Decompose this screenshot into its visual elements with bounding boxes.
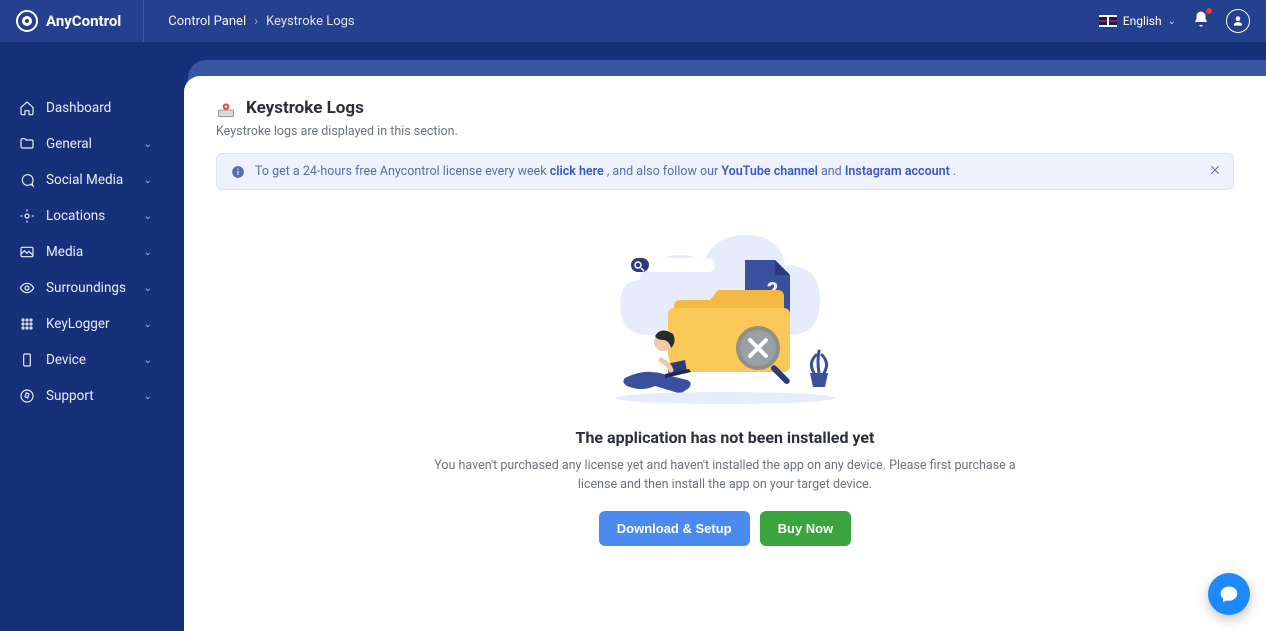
image-icon bbox=[18, 243, 36, 261]
close-icon bbox=[1209, 164, 1221, 176]
chat-widget-button[interactable] bbox=[1208, 573, 1250, 615]
sidebar-item-device[interactable]: Device ⌄ bbox=[0, 342, 170, 378]
breadcrumb-root[interactable]: Control Panel bbox=[168, 14, 246, 29]
chevron-down-icon: ⌄ bbox=[1168, 16, 1176, 27]
sidebar-item-general[interactable]: General ⌄ bbox=[0, 126, 170, 162]
main-card: Keystroke Logs Keystroke logs are displa… bbox=[184, 76, 1266, 631]
chevron-down-icon: ⌄ bbox=[144, 355, 152, 366]
eye-icon bbox=[18, 279, 36, 297]
page-title: Keystroke Logs bbox=[246, 98, 364, 118]
empty-illustration: ? bbox=[595, 220, 855, 410]
sidebar-item-label: KeyLogger bbox=[46, 316, 110, 332]
sidebar-item-surroundings[interactable]: Surroundings ⌄ bbox=[0, 270, 170, 306]
sidebar-item-label: General bbox=[46, 136, 92, 152]
empty-state: ? bbox=[216, 220, 1234, 546]
sidebar-item-label: Dashboard bbox=[46, 100, 111, 116]
banner-link-click-here[interactable]: click here bbox=[550, 164, 604, 179]
banner-link-instagram[interactable]: Instagram account bbox=[845, 164, 950, 179]
logo-icon bbox=[16, 10, 38, 32]
sidebar-item-keylogger[interactable]: KeyLogger ⌄ bbox=[0, 306, 170, 342]
chevron-down-icon: ⌄ bbox=[144, 319, 152, 330]
chevron-down-icon: ⌄ bbox=[144, 391, 152, 402]
sidebar-item-label: Locations bbox=[46, 208, 105, 224]
sidebar: Dashboard General ⌄ Social Media ⌄ Locat… bbox=[0, 42, 170, 631]
chevron-down-icon: ⌄ bbox=[144, 211, 152, 222]
notification-dot-icon bbox=[1206, 8, 1212, 14]
location-icon bbox=[18, 207, 36, 225]
phone-icon bbox=[18, 351, 36, 369]
chevron-down-icon: ⌄ bbox=[144, 247, 152, 258]
breadcrumb: Control Panel › Keystroke Logs bbox=[168, 14, 354, 29]
uk-flag-icon bbox=[1099, 15, 1117, 27]
sidebar-item-media[interactable]: Media ⌄ bbox=[0, 234, 170, 270]
keystroke-page-icon bbox=[216, 100, 236, 120]
main-area: Keystroke Logs Keystroke logs are displa… bbox=[170, 42, 1266, 631]
profile-button[interactable] bbox=[1226, 9, 1250, 33]
sidebar-item-dashboard[interactable]: Dashboard bbox=[0, 90, 170, 126]
banner-link-youtube[interactable]: YouTube channel bbox=[721, 164, 818, 179]
empty-state-description: You haven't purchased any license yet an… bbox=[425, 457, 1025, 495]
sidebar-item-social-media[interactable]: Social Media ⌄ bbox=[0, 162, 170, 198]
topbar: AnyControl Control Panel › Keystroke Log… bbox=[0, 0, 1266, 42]
promo-banner: To get a 24-hours free Anycontrol licens… bbox=[216, 153, 1234, 190]
empty-state-actions: Download & Setup Buy Now bbox=[216, 511, 1234, 546]
sidebar-item-label: Surroundings bbox=[46, 280, 126, 296]
breadcrumb-separator: › bbox=[254, 14, 258, 29]
home-icon bbox=[18, 99, 36, 117]
brand-logo[interactable]: AnyControl bbox=[16, 0, 144, 42]
page-subtitle: Keystroke logs are displayed in this sec… bbox=[216, 124, 1234, 139]
page-header: Keystroke Logs bbox=[216, 98, 1234, 120]
sidebar-item-label: Social Media bbox=[46, 172, 123, 188]
chevron-down-icon: ⌄ bbox=[144, 175, 152, 186]
brand-name: AnyControl bbox=[46, 12, 121, 30]
sidebar-item-label: Device bbox=[46, 352, 86, 368]
sidebar-item-support[interactable]: Support ⌄ bbox=[0, 378, 170, 414]
user-icon bbox=[1231, 14, 1245, 28]
download-setup-button[interactable]: Download & Setup bbox=[599, 511, 750, 546]
buy-now-button[interactable]: Buy Now bbox=[760, 511, 852, 546]
chevron-down-icon: ⌄ bbox=[144, 139, 152, 150]
empty-state-title: The application has not been installed y… bbox=[216, 428, 1234, 447]
chat-bubble-icon bbox=[1219, 584, 1239, 604]
folder-icon bbox=[18, 135, 36, 153]
notifications-button[interactable] bbox=[1192, 10, 1210, 32]
sidebar-item-label: Support bbox=[46, 388, 94, 404]
language-label: English bbox=[1123, 14, 1162, 28]
breadcrumb-current: Keystroke Logs bbox=[266, 14, 355, 29]
grid-icon bbox=[18, 315, 36, 333]
banner-text: To get a 24-hours free Anycontrol licens… bbox=[255, 164, 956, 179]
topbar-actions: English ⌄ bbox=[1099, 9, 1250, 33]
banner-close-button[interactable] bbox=[1209, 164, 1221, 180]
chat-icon bbox=[18, 171, 36, 189]
compass-icon bbox=[18, 387, 36, 405]
sidebar-item-label: Media bbox=[46, 244, 83, 260]
sidebar-item-locations[interactable]: Locations ⌄ bbox=[0, 198, 170, 234]
chevron-down-icon: ⌄ bbox=[144, 283, 152, 294]
info-icon bbox=[231, 165, 245, 179]
language-selector[interactable]: English ⌄ bbox=[1099, 14, 1176, 28]
